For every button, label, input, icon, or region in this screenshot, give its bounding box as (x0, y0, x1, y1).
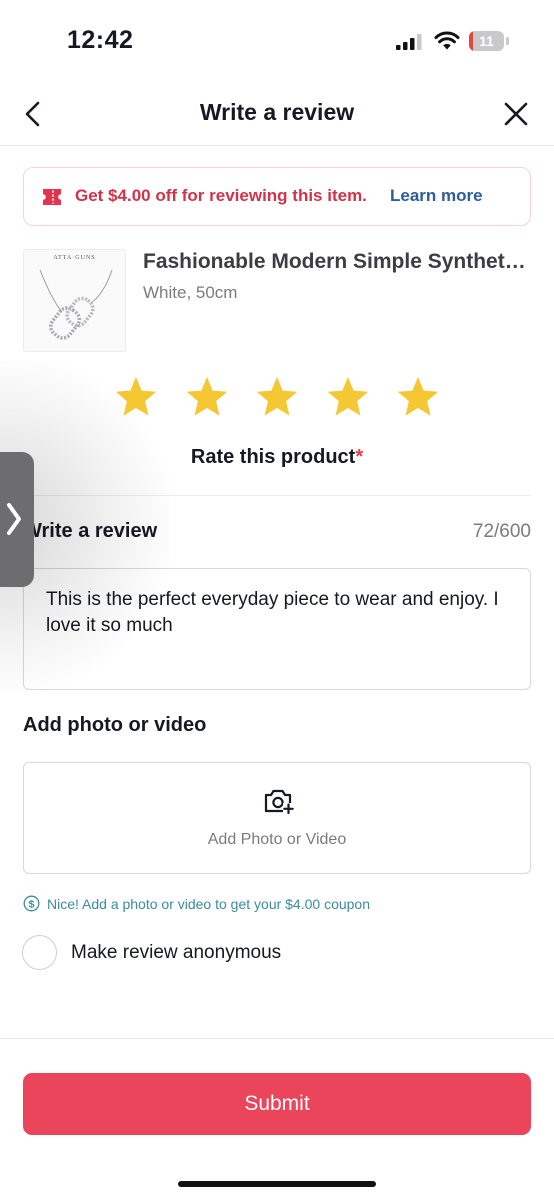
home-indicator (178, 1181, 376, 1187)
anonymous-label[interactable]: Make review anonymous (71, 942, 281, 964)
product-thumbnail: ATTA·GUNS (23, 249, 126, 352)
star-icon[interactable] (254, 374, 300, 420)
star-icon[interactable] (113, 374, 159, 420)
rate-label-text: Rate this product (190, 446, 356, 468)
cellular-signal-icon (396, 34, 422, 50)
star-icon[interactable] (395, 374, 441, 420)
battery-icon: 11 (469, 31, 509, 51)
learn-more-link[interactable]: Learn more (390, 186, 483, 206)
dollar-circle-icon: $ (23, 895, 40, 912)
review-character-count: 72/600 (472, 521, 531, 542)
submit-button[interactable]: Submit (23, 1073, 531, 1135)
page-title: Write a review (199, 99, 355, 125)
star-icon[interactable] (184, 374, 230, 420)
header: Write a review (0, 82, 554, 146)
chevron-right-icon (7, 503, 21, 535)
add-media-label: Add photo or video (23, 714, 207, 736)
side-drawer-tab[interactable] (0, 452, 34, 587)
bottom-divider (0, 1038, 554, 1039)
thumbnail-brand: ATTA·GUNS (53, 255, 96, 261)
add-photo-video-button[interactable]: Add Photo or Video (23, 762, 531, 874)
coupon-icon (43, 189, 61, 205)
close-button[interactable] (498, 96, 534, 132)
anonymous-radio[interactable] (22, 935, 57, 970)
rate-product-label: Rate this product* (0, 446, 554, 469)
wifi-icon (434, 31, 460, 50)
review-label: Write a review (23, 520, 158, 542)
battery-level: 11 (479, 33, 494, 49)
star-rating (113, 374, 443, 422)
add-photo-video-label: Add Photo or Video (207, 831, 347, 848)
status-time: 12:42 (67, 26, 134, 54)
product-name: Fashionable Modern Simple Synthetic Diam… (143, 250, 531, 273)
coupon-tip-text: Nice! Add a photo or video to get your $… (47, 896, 371, 912)
promo-text: Get $4.00 off for reviewing this item. (75, 186, 367, 205)
required-mark: * (355, 446, 364, 468)
necklace-image (39, 269, 113, 340)
product-variant: White, 50cm (143, 283, 238, 302)
status-bar: 12:42 11 (0, 0, 554, 80)
close-icon (504, 102, 528, 126)
camera-plus-icon (264, 789, 294, 815)
promo-banner: Get $4.00 off for reviewing this item. L… (23, 167, 531, 226)
svg-text:$: $ (29, 898, 35, 910)
review-textarea[interactable]: This is the perfect everyday piece to we… (23, 568, 531, 690)
star-icon[interactable] (325, 374, 371, 420)
section-divider (23, 495, 531, 496)
